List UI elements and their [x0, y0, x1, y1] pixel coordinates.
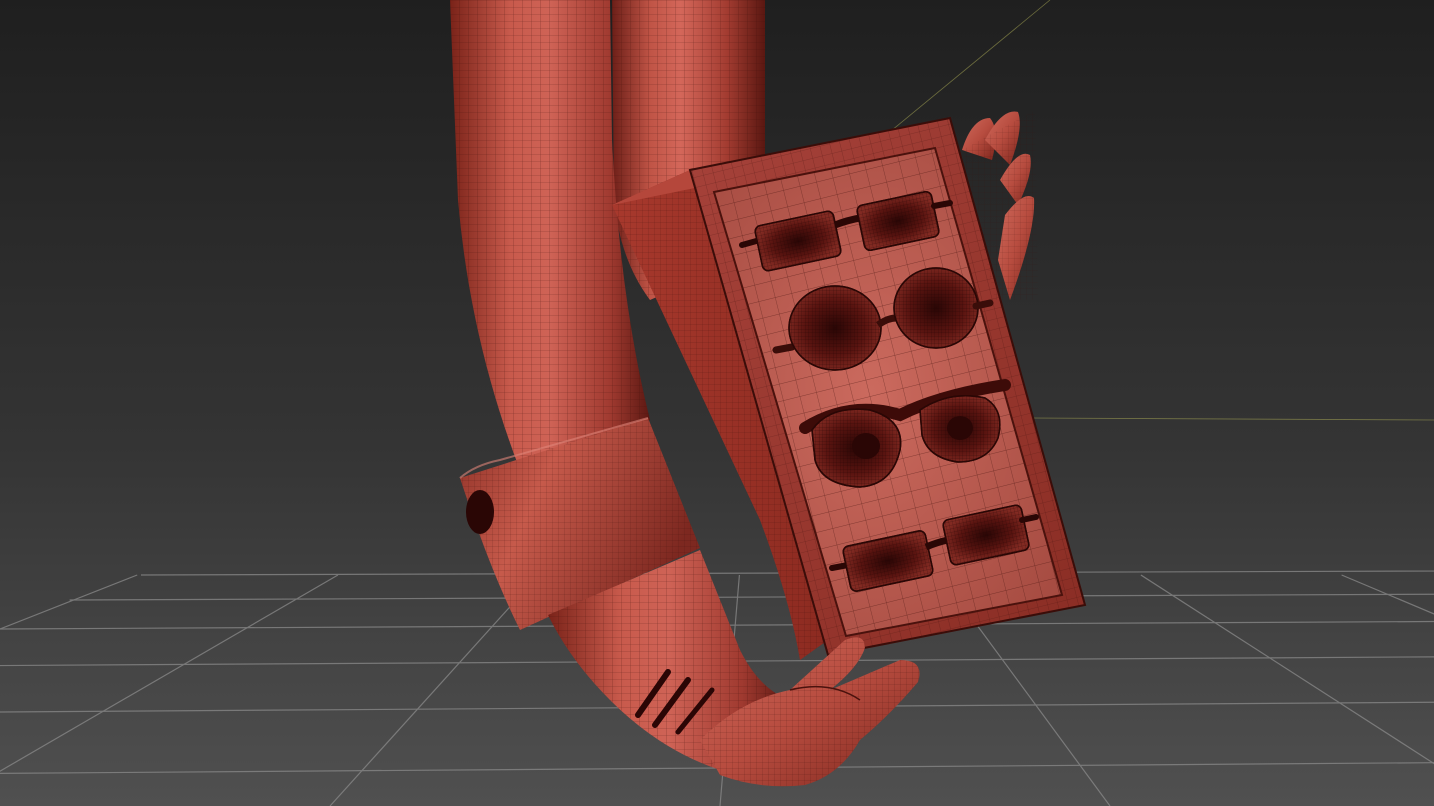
3d-viewport[interactable] [0, 0, 1434, 806]
cuff-button [466, 490, 494, 534]
scene-svg [0, 0, 1434, 806]
